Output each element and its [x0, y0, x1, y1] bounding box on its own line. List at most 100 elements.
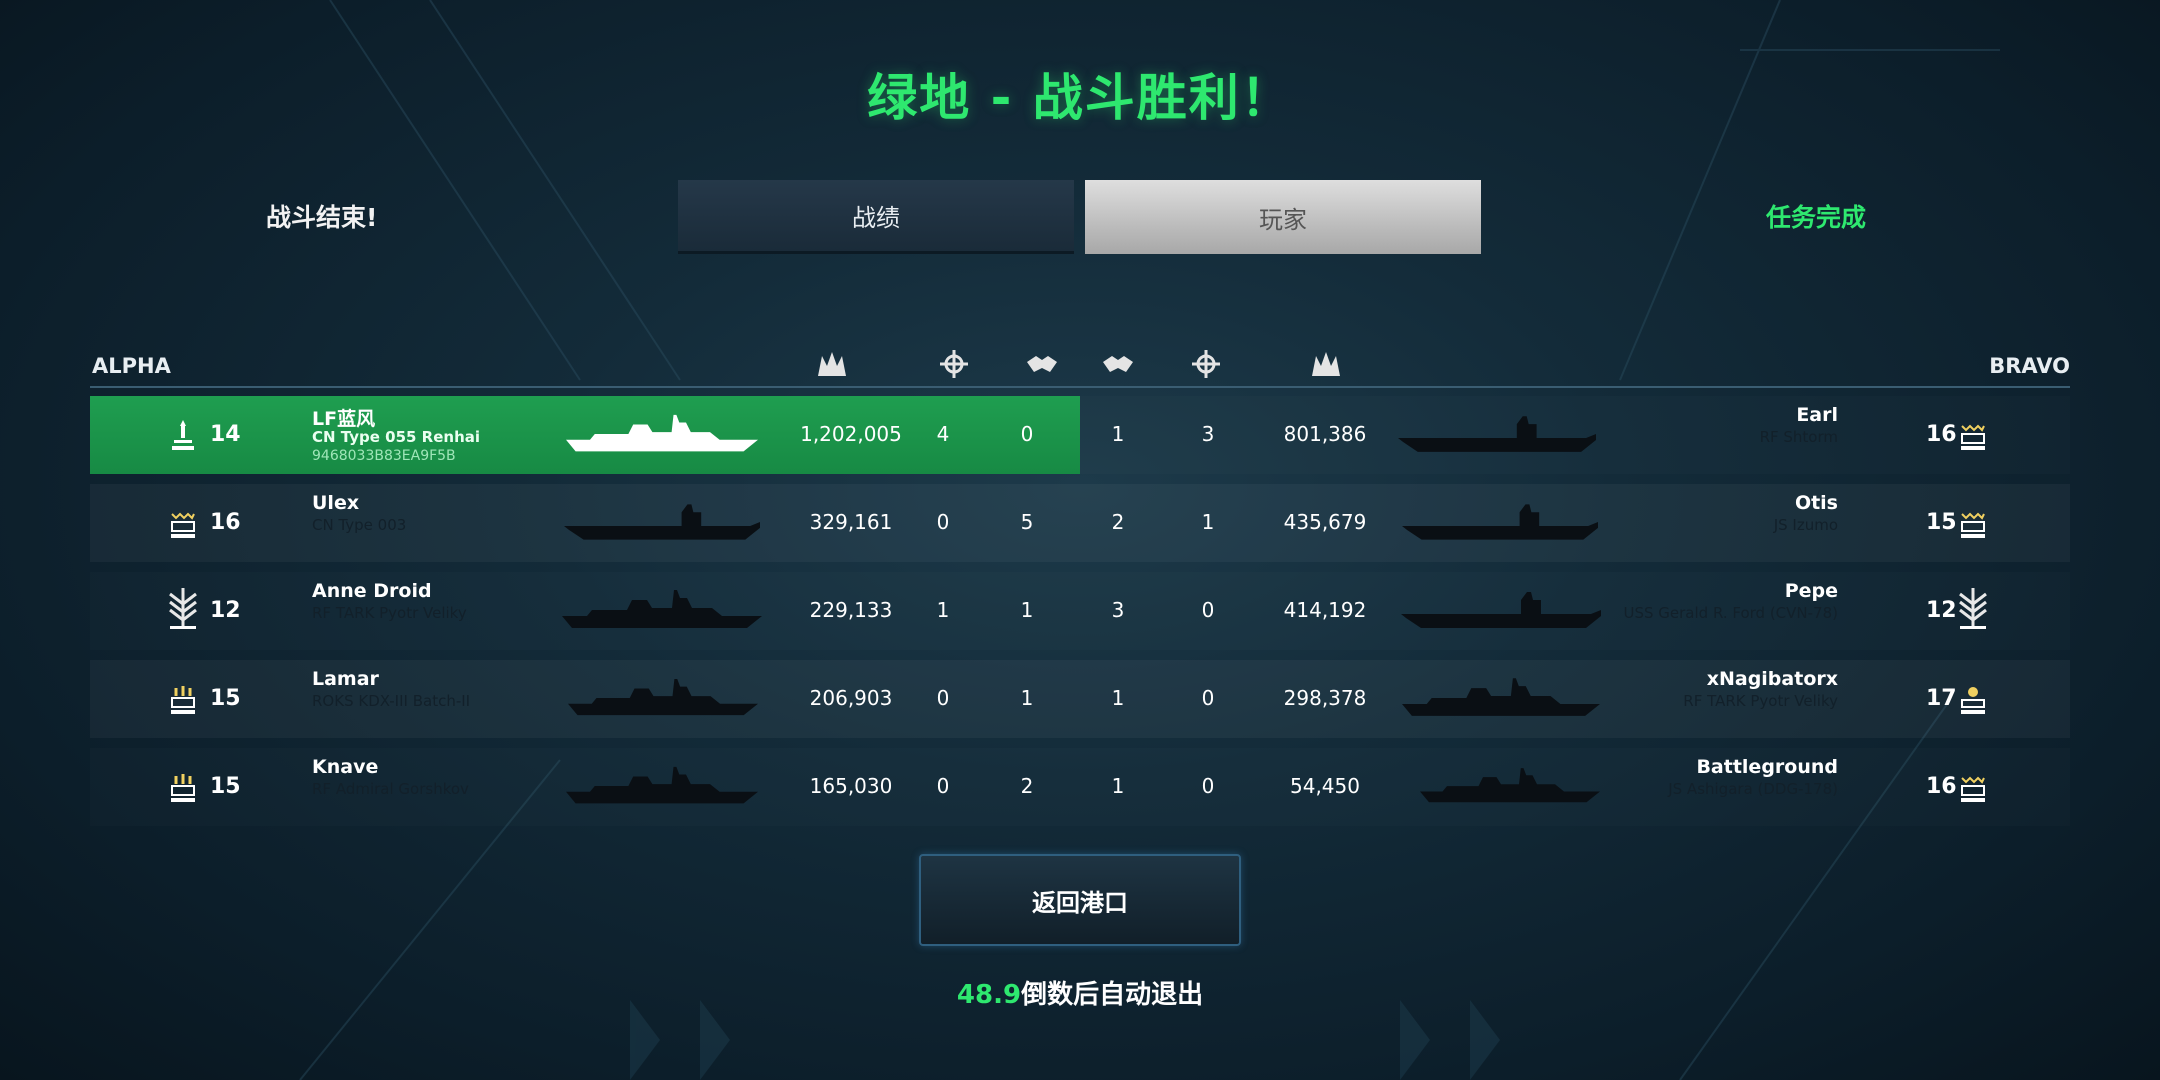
ship-name: JS Izumo — [1773, 516, 1838, 534]
ship-silhouette — [568, 674, 758, 724]
kills-value: 0 — [936, 774, 950, 798]
player-level: 15 — [210, 686, 241, 711]
mission-status: 任务完成 — [1766, 203, 1867, 232]
ship-silhouette — [564, 498, 760, 548]
single-bar-rank-icon — [172, 420, 194, 450]
player-level: 12 — [1926, 598, 1957, 623]
kills-value: 4 — [936, 422, 950, 446]
damage-value: 414,192 — [1283, 598, 1367, 622]
table-row[interactable]: 12 Anne Droid RF TARK Pyotr Veliky 229,1… — [90, 572, 2070, 650]
player-name: Knave — [312, 756, 379, 778]
kills-value: 0 — [1201, 774, 1215, 798]
assist-icon — [1027, 356, 1057, 372]
damage-icon — [818, 352, 846, 376]
ship-silhouette — [562, 586, 762, 636]
table-row[interactable]: 14 LF蓝风 CN Type 055 Renhai 9468033B83EA9… — [90, 396, 2070, 474]
player-name: Anne Droid — [312, 580, 432, 602]
triple-bar-rank-icon — [171, 686, 195, 714]
damage-value: 298,378 — [1283, 686, 1367, 710]
assist-icon — [1103, 356, 1133, 372]
ship-name: RF TARK Pyotr Veliky — [1683, 692, 1838, 710]
damage-value: 435,679 — [1283, 510, 1367, 534]
tab-players[interactable]: 玩家 — [1085, 180, 1481, 254]
player-level: 15 — [210, 774, 241, 799]
assists-value: 2 — [1020, 774, 1034, 798]
kills-value: 0 — [1201, 598, 1215, 622]
ship-silhouette — [1400, 586, 1602, 636]
damage-value: 206,903 — [809, 686, 893, 710]
damage-value: 329,161 — [809, 510, 893, 534]
kills-value: 0 — [936, 510, 950, 534]
team-bravo-label: BRAVO — [1989, 354, 2070, 378]
triple-bar-rank-icon — [171, 774, 195, 802]
player-name: Lamar — [312, 668, 379, 690]
multi-chevron-rank-icon — [171, 512, 195, 538]
ship-name: JS Ashigara (DDG-178) — [1668, 780, 1838, 798]
ship-silhouette — [1420, 762, 1600, 812]
assists-value: 1 — [1111, 422, 1125, 446]
wing-chevron-rank-icon — [169, 588, 197, 629]
page-title: 绿地 - 战斗胜利！ — [867, 69, 1293, 127]
damage-value: 229,133 — [809, 598, 893, 622]
player-name: Earl — [1796, 404, 1838, 426]
damage-value: 54,450 — [1290, 774, 1360, 798]
damage-value: 165,030 — [809, 774, 893, 798]
player-level: 17 — [1926, 686, 1957, 711]
ship-name: RF Admiral Gorshkov — [312, 780, 469, 798]
player-level: 16 — [1926, 422, 1957, 447]
damage-icon — [1312, 352, 1340, 376]
ship-name: ROKS KDX-III Batch-II — [312, 692, 471, 710]
player-level: 15 — [1926, 510, 1957, 535]
damage-value: 801,386 — [1283, 422, 1367, 446]
player-level: 14 — [210, 422, 241, 447]
assists-value: 1 — [1111, 774, 1125, 798]
ship-silhouette — [566, 762, 758, 812]
assists-value: 3 — [1111, 598, 1125, 622]
ship-silhouette — [1402, 498, 1598, 548]
star-bar-rank-icon — [1961, 687, 1985, 714]
countdown-seconds: 48.9 — [956, 980, 1022, 1010]
table-row[interactable]: 15 Lamar ROKS KDX-III Batch-II 206,903 0… — [90, 660, 2070, 738]
assists-value: 1 — [1020, 686, 1034, 710]
player-name: Otis — [1794, 492, 1838, 514]
player-name: Pepe — [1784, 580, 1838, 602]
player-id: 9468033B83EA9F5B — [312, 448, 456, 464]
kills-value: 1 — [1201, 510, 1215, 534]
player-level: 16 — [1926, 774, 1957, 799]
ship-silhouette — [1402, 674, 1600, 724]
player-name: Ulex — [312, 492, 360, 514]
player-name: LF蓝风 — [312, 408, 376, 430]
tab-stats[interactable]: 战绩 — [678, 180, 1074, 254]
player-level: 12 — [210, 598, 241, 623]
ship-name: CN Type 055 Renhai — [312, 428, 481, 446]
return-to-port-button[interactable]: 返回港口 — [919, 854, 1241, 946]
kills-value: 3 — [1201, 422, 1215, 446]
table-row[interactable]: 16 Ulex CN Type 003 329,161 0 5 2 1 435,… — [90, 484, 2070, 562]
kills-value: 0 — [936, 686, 950, 710]
multi-chevron-rank-icon — [1961, 424, 1985, 450]
ship-silhouette — [566, 410, 758, 460]
ship-name: CN Type 003 — [312, 516, 407, 534]
countdown-text: 倒数后自动退出 — [1021, 980, 1204, 1010]
kill-icon — [1192, 350, 1220, 378]
multi-chevron-rank-icon — [1961, 512, 1985, 538]
assists-value: 0 — [1020, 422, 1034, 446]
assists-value: 1 — [1020, 598, 1034, 622]
assists-value: 1 — [1111, 686, 1125, 710]
ship-silhouette — [1398, 410, 1596, 460]
table-row[interactable]: 15 Knave RF Admiral Gorshkov 165,030 0 2… — [90, 748, 2070, 826]
player-level: 16 — [210, 510, 241, 535]
wing-chevron-rank-icon — [1959, 588, 1987, 629]
kills-value: 1 — [936, 598, 950, 622]
damage-value: 1,202,005 — [800, 422, 902, 446]
team-alpha-label: ALPHA — [92, 354, 171, 378]
auto-exit-countdown: 48.9倒数后自动退出 — [0, 974, 2160, 1011]
team-header: ALPHA BRAVO — [90, 350, 2070, 388]
battle-status: 战斗结束! — [266, 203, 378, 232]
player-name: xNagibatorx — [1706, 668, 1838, 690]
kill-icon — [940, 350, 968, 378]
ship-name: RF TARK Pyotr Veliky — [312, 604, 467, 622]
kills-value: 0 — [1201, 686, 1215, 710]
multi-chevron-rank-icon — [1961, 776, 1985, 802]
assists-value: 2 — [1111, 510, 1125, 534]
